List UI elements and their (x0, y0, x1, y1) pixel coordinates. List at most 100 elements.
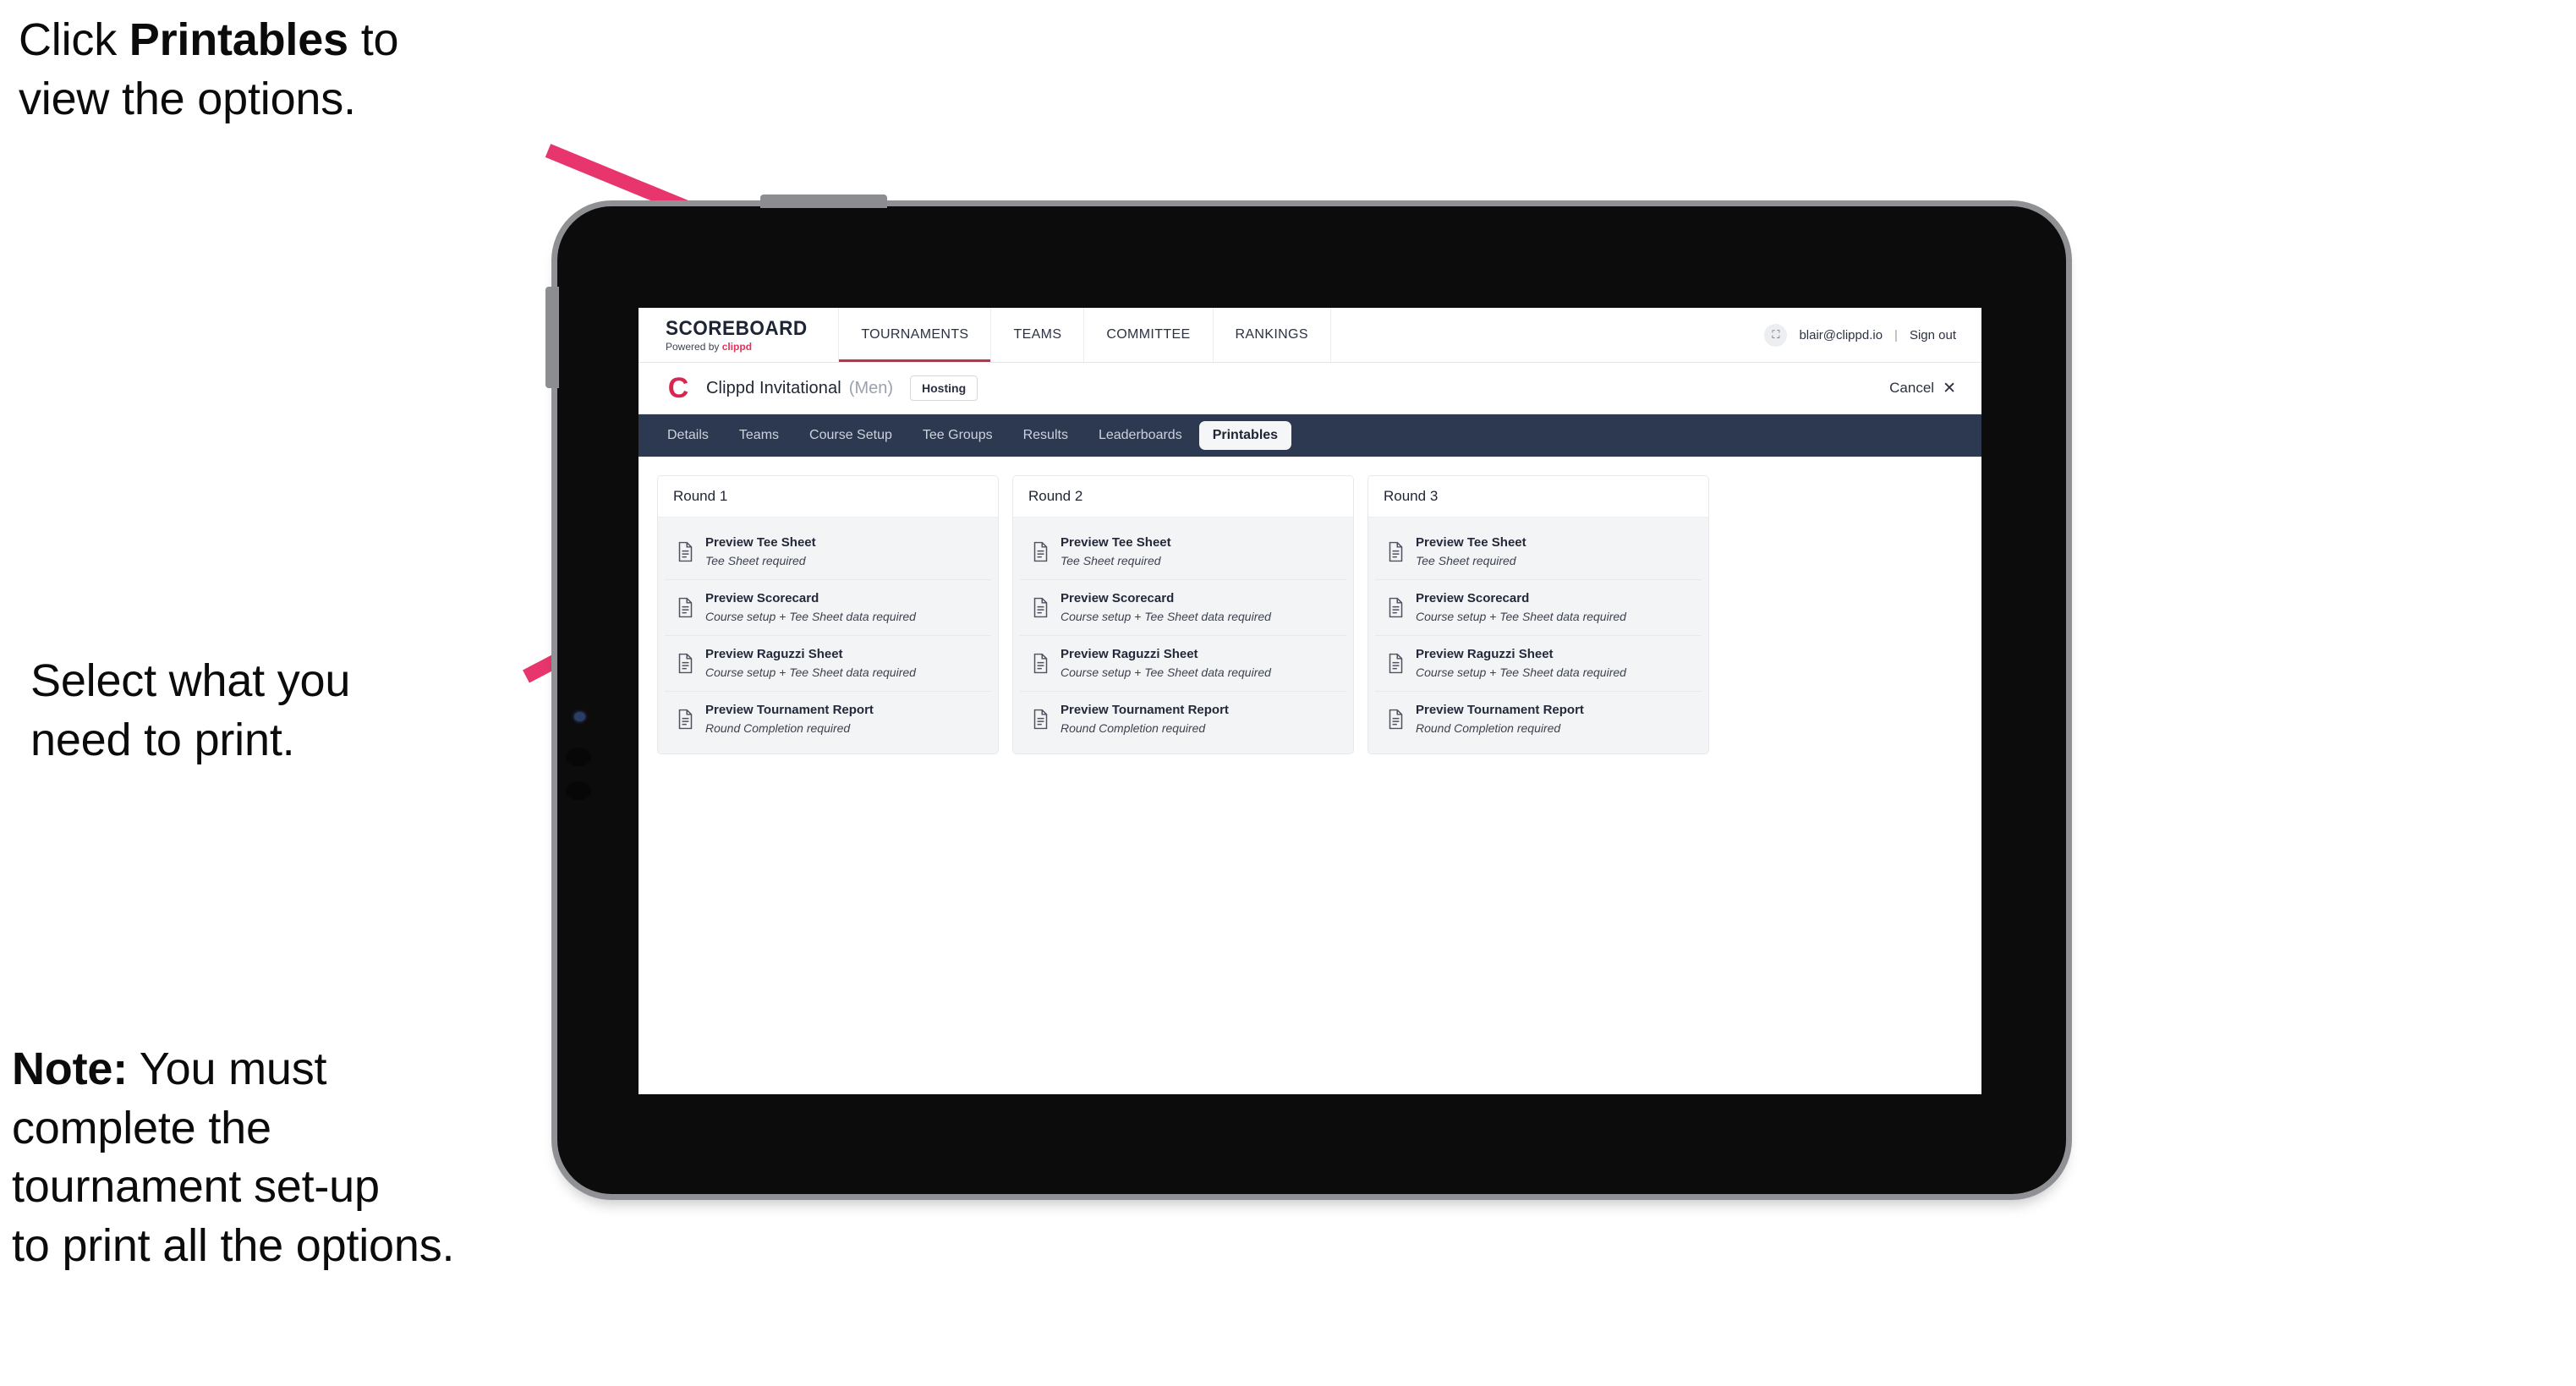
brand-powered-by: Powered by clippd (666, 342, 816, 352)
callout-note: Note: You must complete the tournament s… (12, 1040, 455, 1276)
round-items-list: Preview Tee Sheet Tee Sheet required Pre… (1013, 518, 1353, 753)
document-icon (1033, 709, 1048, 729)
tab-teams[interactable]: Teams (726, 421, 792, 450)
list-item[interactable]: Preview Raguzzi Sheet Course setup + Tee… (1020, 636, 1346, 692)
document-icon (678, 653, 693, 674)
account-divider: | (1894, 327, 1898, 342)
nav-item-tournaments[interactable]: TOURNAMENTS (838, 308, 992, 362)
avatar[interactable]: ⛶ (1764, 323, 1788, 347)
main-navigation: TOURNAMENTS TEAMS COMMITTEE RANKINGS (838, 308, 1331, 362)
tablet-device-frame: SCOREBOARD Powered by clippd TOURNAMENTS… (545, 194, 2066, 1194)
list-item-text: Preview Raguzzi Sheet Course setup + Tee… (705, 647, 916, 680)
bezel-dot-lower (566, 781, 591, 800)
document-icon (1389, 653, 1403, 674)
callout-note-label: Note: (12, 1044, 128, 1094)
printable-title: Preview Raguzzi Sheet (705, 646, 843, 661)
printable-requirement: Tee Sheet required (705, 553, 806, 567)
list-item-text: Preview Tournament Report Round Completi… (1061, 703, 1229, 736)
list-item[interactable]: Preview Scorecard Course setup + Tee She… (665, 580, 991, 636)
list-item[interactable]: Preview Tournament Report Round Completi… (665, 692, 991, 747)
printable-requirement: Course setup + Tee Sheet data required (705, 665, 916, 679)
nav-item-teams[interactable]: TEAMS (991, 308, 1085, 362)
cancel-label: Cancel (1889, 380, 1935, 396)
volume-rocker-button[interactable] (760, 194, 887, 208)
printable-title: Preview Tee Sheet (1061, 535, 1171, 550)
round-column: Round 2 Preview Tee Sheet Tee Sheet requ… (1012, 475, 1354, 754)
document-icon (1033, 541, 1048, 562)
printable-title: Preview Tournament Report (705, 702, 874, 717)
list-item-text: Preview Tee Sheet Tee Sheet required (705, 535, 816, 568)
tab-printables[interactable]: Printables (1198, 421, 1292, 450)
round-header: Round 3 (1368, 476, 1708, 518)
close-icon: ✕ (1943, 379, 1956, 397)
tournament-header-bar: C Clippd Invitational (Men) Hosting Canc… (639, 363, 1981, 414)
tab-results[interactable]: Results (1010, 421, 1082, 450)
callout-click-printables: Click Printables to view the options. (19, 10, 399, 129)
brand-wordmark: SCOREBOARD (666, 316, 808, 340)
callout-printables-lead: Click (19, 14, 129, 65)
printable-requirement: Round Completion required (705, 720, 851, 735)
list-item[interactable]: Preview Tee Sheet Tee Sheet required (665, 524, 991, 580)
scoreboard-logo[interactable]: SCOREBOARD Powered by clippd (639, 308, 838, 362)
bezel-dot-upper (566, 748, 591, 766)
callout-printables-emphasis: Printables (129, 14, 348, 65)
printable-title: Preview Tee Sheet (705, 535, 816, 550)
section-tab-bar: Details Teams Course Setup Tee Groups Re… (639, 414, 1981, 457)
sign-out-link[interactable]: Sign out (1910, 328, 1956, 342)
power-button[interactable] (545, 287, 559, 388)
document-icon (678, 709, 693, 729)
list-item[interactable]: Preview Raguzzi Sheet Course setup + Tee… (1375, 636, 1702, 692)
document-icon (1389, 709, 1403, 729)
front-camera-icon (574, 712, 585, 721)
nav-item-committee[interactable]: COMMITTEE (1084, 308, 1214, 362)
list-item[interactable]: Preview Tee Sheet Tee Sheet required (1020, 524, 1346, 580)
list-item[interactable]: Preview Tee Sheet Tee Sheet required (1375, 524, 1702, 580)
app-screen: SCOREBOARD Powered by clippd TOURNAMENTS… (639, 308, 1981, 1094)
list-item-text: Preview Tournament Report Round Completi… (1416, 703, 1584, 736)
list-item-text: Preview Raguzzi Sheet Course setup + Tee… (1416, 647, 1626, 680)
printable-requirement: Round Completion required (1416, 720, 1561, 735)
tab-course-setup[interactable]: Course Setup (796, 421, 906, 450)
printable-title: Preview Scorecard (1061, 590, 1175, 605)
printable-requirement: Round Completion required (1061, 720, 1206, 735)
powered-by-text: Powered by (666, 340, 722, 353)
document-icon (1033, 653, 1048, 674)
list-item[interactable]: Preview Raguzzi Sheet Course setup + Tee… (665, 636, 991, 692)
printable-title: Preview Tournament Report (1061, 702, 1229, 717)
status-badge[interactable]: Hosting (910, 375, 978, 401)
app-top-navigation-bar: SCOREBOARD Powered by clippd TOURNAMENTS… (639, 308, 1981, 363)
list-item-text: Preview Scorecard Course setup + Tee She… (1061, 591, 1271, 624)
printable-title: Preview Raguzzi Sheet (1416, 646, 1554, 661)
list-item[interactable]: Preview Tournament Report Round Completi… (1375, 692, 1702, 747)
list-item-text: Preview Raguzzi Sheet Course setup + Tee… (1061, 647, 1271, 680)
list-item[interactable]: Preview Tournament Report Round Completi… (1020, 692, 1346, 747)
list-item-text: Preview Tee Sheet Tee Sheet required (1416, 535, 1526, 568)
printable-title: Preview Raguzzi Sheet (1061, 646, 1198, 661)
callout-select-print: Select what you need to print. (30, 655, 351, 766)
printable-requirement: Course setup + Tee Sheet data required (1416, 665, 1626, 679)
user-email-label: blair@clippd.io (1799, 327, 1883, 342)
list-item-text: Preview Tee Sheet Tee Sheet required (1061, 535, 1171, 568)
tab-details[interactable]: Details (654, 421, 722, 450)
round-column: Round 1 Preview Tee Sheet Tee Sheet requ… (657, 475, 999, 754)
document-icon (1389, 541, 1403, 562)
printable-requirement: Tee Sheet required (1061, 553, 1161, 567)
document-icon (678, 541, 693, 562)
round-header: Round 2 (1013, 476, 1353, 518)
nav-item-rankings[interactable]: RANKINGS (1214, 308, 1331, 362)
round-items-list: Preview Tee Sheet Tee Sheet required Pre… (658, 518, 998, 753)
list-item-text: Preview Scorecard Course setup + Tee She… (1416, 591, 1626, 624)
tab-leaderboards[interactable]: Leaderboards (1085, 421, 1196, 450)
printable-title: Preview Tournament Report (1416, 702, 1584, 717)
list-item[interactable]: Preview Scorecard Course setup + Tee She… (1020, 580, 1346, 636)
cancel-button[interactable]: Cancel ✕ (1889, 380, 1956, 397)
printable-title: Preview Tee Sheet (1416, 535, 1526, 550)
tab-tee-groups[interactable]: Tee Groups (909, 421, 1006, 450)
account-area: ⛶ blair@clippd.io | Sign out (1764, 308, 1981, 362)
document-icon (678, 597, 693, 618)
list-item-text: Preview Tournament Report Round Completi… (705, 703, 874, 736)
printables-panel: Round 1 Preview Tee Sheet Tee Sheet requ… (639, 457, 1981, 754)
round-items-list: Preview Tee Sheet Tee Sheet required Pre… (1368, 518, 1708, 753)
list-item[interactable]: Preview Scorecard Course setup + Tee She… (1375, 580, 1702, 636)
list-item-text: Preview Scorecard Course setup + Tee She… (705, 591, 916, 624)
